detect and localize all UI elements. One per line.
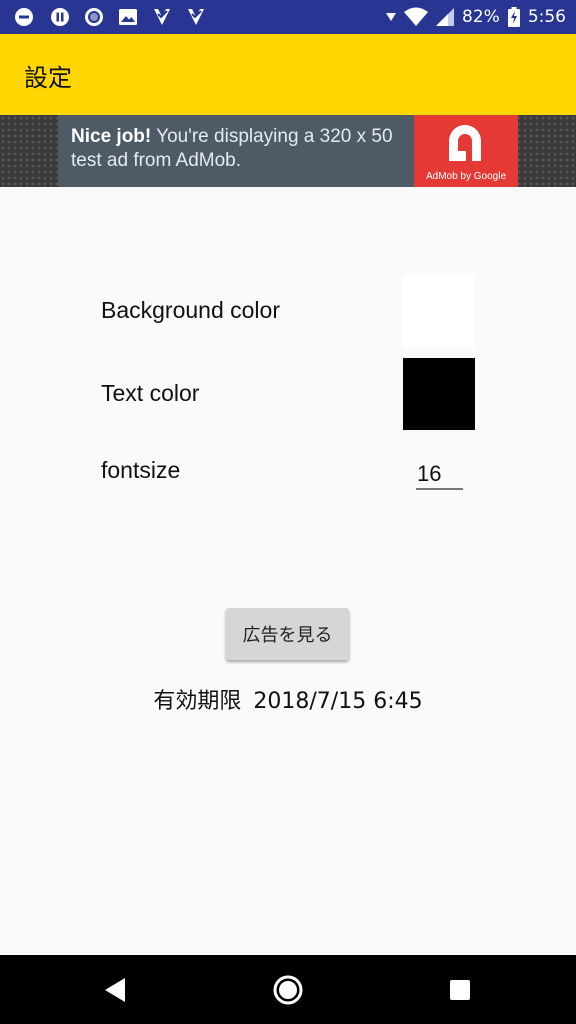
pause-circle-icon xyxy=(51,8,69,26)
status-bar: 82% 5:56 xyxy=(0,0,576,34)
background-color-swatch[interactable] xyxy=(403,275,475,347)
battery-percent: 82% xyxy=(462,7,500,27)
check-tag-icon xyxy=(188,9,204,25)
image-icon xyxy=(119,9,137,25)
admob-logo: AdMob by Google xyxy=(414,115,518,187)
text-color-swatch[interactable] xyxy=(403,358,475,430)
ad-logo-caption: AdMob by Google xyxy=(425,171,507,182)
back-icon[interactable] xyxy=(99,973,133,1007)
ad-banner-container: Nice job! You're displaying a 320 x 50 t… xyxy=(0,115,576,187)
battery-charging-icon xyxy=(507,7,520,27)
home-icon[interactable] xyxy=(271,973,305,1007)
navigation-bar xyxy=(0,955,576,1024)
test-ad[interactable]: Nice job! You're displaying a 320 x 50 t… xyxy=(58,115,518,187)
expiry-label: 有効期限 xyxy=(153,689,242,714)
fontsize-input[interactable] xyxy=(416,460,463,490)
wifi-icon xyxy=(404,7,429,26)
app-bar: 設定 xyxy=(0,34,576,115)
watch-ad-button[interactable]: 広告を見る xyxy=(226,608,349,660)
signal-icon xyxy=(436,8,455,26)
admob-logo-icon xyxy=(449,125,481,161)
background-color-label: Background color xyxy=(101,297,280,323)
page-title: 設定 xyxy=(24,64,72,92)
expiry-value: 2018/7/15 6:45 xyxy=(253,689,423,714)
recents-icon[interactable] xyxy=(443,973,477,1007)
ad-text: Nice job! You're displaying a 320 x 50 t… xyxy=(71,125,411,173)
check-tag-icon xyxy=(154,9,170,25)
minus-circle-icon xyxy=(15,8,33,26)
expiry-info: 有効期限 2018/7/15 6:45 xyxy=(0,683,576,715)
text-color-label: Text color xyxy=(101,380,200,406)
ad-headline: Nice job! xyxy=(71,126,152,147)
record-circle-icon xyxy=(85,8,103,26)
fontsize-label: fontsize xyxy=(101,457,181,483)
clock: 5:56 xyxy=(527,7,566,27)
dropdown-indicator-icon xyxy=(386,13,397,21)
